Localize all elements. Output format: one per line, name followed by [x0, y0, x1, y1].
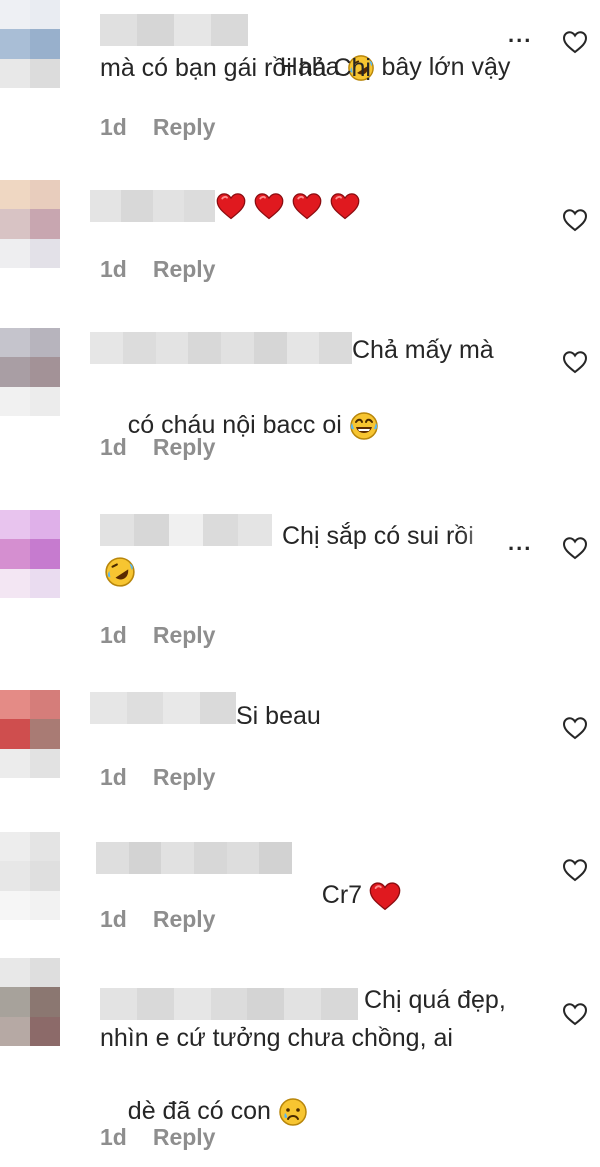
comment-meta: 1d Reply: [100, 434, 215, 461]
avatar[interactable]: [0, 0, 60, 90]
timestamp: 1d: [100, 1124, 127, 1150]
comment-meta: 1d Reply: [100, 764, 215, 791]
comment-meta: 1d Reply: [100, 622, 215, 649]
like-heart-icon[interactable]: [562, 350, 588, 374]
text-fade: [462, 520, 502, 554]
comment-meta: 1d Reply: [100, 906, 215, 933]
reply-button[interactable]: Reply: [153, 622, 216, 648]
timestamp: 1d: [100, 764, 127, 790]
timestamp: 1d: [100, 434, 127, 460]
timestamp: 1d: [100, 114, 127, 140]
reply-button[interactable]: Reply: [153, 906, 216, 932]
sad-face-icon: [278, 1097, 308, 1127]
like-heart-icon[interactable]: [562, 858, 588, 882]
like-heart-icon[interactable]: [562, 1002, 588, 1026]
red-heart-icon: [254, 192, 284, 220]
more-button[interactable]: ...: [508, 530, 532, 556]
red-heart-icon: [369, 881, 401, 911]
like-heart-icon[interactable]: [562, 30, 588, 54]
avatar[interactable]: [0, 510, 60, 600]
username-blurred[interactable]: [90, 332, 352, 364]
username-blurred[interactable]: [100, 514, 273, 546]
red-heart-icon: [216, 192, 246, 220]
comment-text: Chả mấy mà: [352, 336, 494, 364]
comment-text-line2: mà có bạn gái rồi hả Chị: [100, 54, 371, 82]
comment-text: Chị quá đẹp,: [364, 986, 506, 1014]
comment-meta: 1d Reply: [100, 1124, 215, 1151]
red-heart-icon: [292, 192, 322, 220]
reply-button[interactable]: Reply: [153, 1124, 216, 1150]
rolling-laughing-icon: [104, 556, 136, 588]
like-heart-icon[interactable]: [562, 536, 588, 560]
username-blurred[interactable]: [90, 692, 236, 724]
comment-text-line2: nhìn e cứ tưởng chưa chồng, ai: [100, 1024, 453, 1052]
timestamp: 1d: [100, 622, 127, 648]
username-blurred[interactable]: [100, 14, 248, 46]
like-heart-icon[interactable]: [562, 716, 588, 740]
comment-meta: 1d Reply: [100, 256, 215, 283]
comment-text: Si beau: [236, 702, 321, 730]
hearts: [216, 192, 360, 220]
username-blurred[interactable]: [100, 988, 359, 1020]
comment-meta: 1d Reply: [100, 114, 215, 141]
username-blurred[interactable]: [96, 842, 293, 874]
reply-button[interactable]: Reply: [153, 114, 216, 140]
red-heart-icon: [330, 192, 360, 220]
text-fade: [470, 16, 510, 50]
timestamp: 1d: [100, 906, 127, 932]
avatar[interactable]: [0, 832, 60, 922]
avatar[interactable]: [0, 328, 60, 418]
reply-button[interactable]: Reply: [153, 764, 216, 790]
comment-text: Cr7: [294, 840, 401, 951]
timestamp: 1d: [100, 256, 127, 282]
reply-button[interactable]: Reply: [153, 256, 216, 282]
reply-button[interactable]: Reply: [153, 434, 216, 460]
tears-of-joy-icon: [349, 411, 379, 441]
avatar[interactable]: [0, 958, 60, 1052]
username-blurred[interactable]: [90, 190, 215, 222]
avatar[interactable]: [0, 180, 60, 270]
comment-text: Chị sắp có sui rồi: [282, 522, 474, 550]
avatar[interactable]: [0, 690, 60, 780]
like-heart-icon[interactable]: [562, 208, 588, 232]
more-button[interactable]: ...: [508, 22, 532, 48]
comment-text-line2: có cháu nội bacc oi: [100, 370, 379, 481]
